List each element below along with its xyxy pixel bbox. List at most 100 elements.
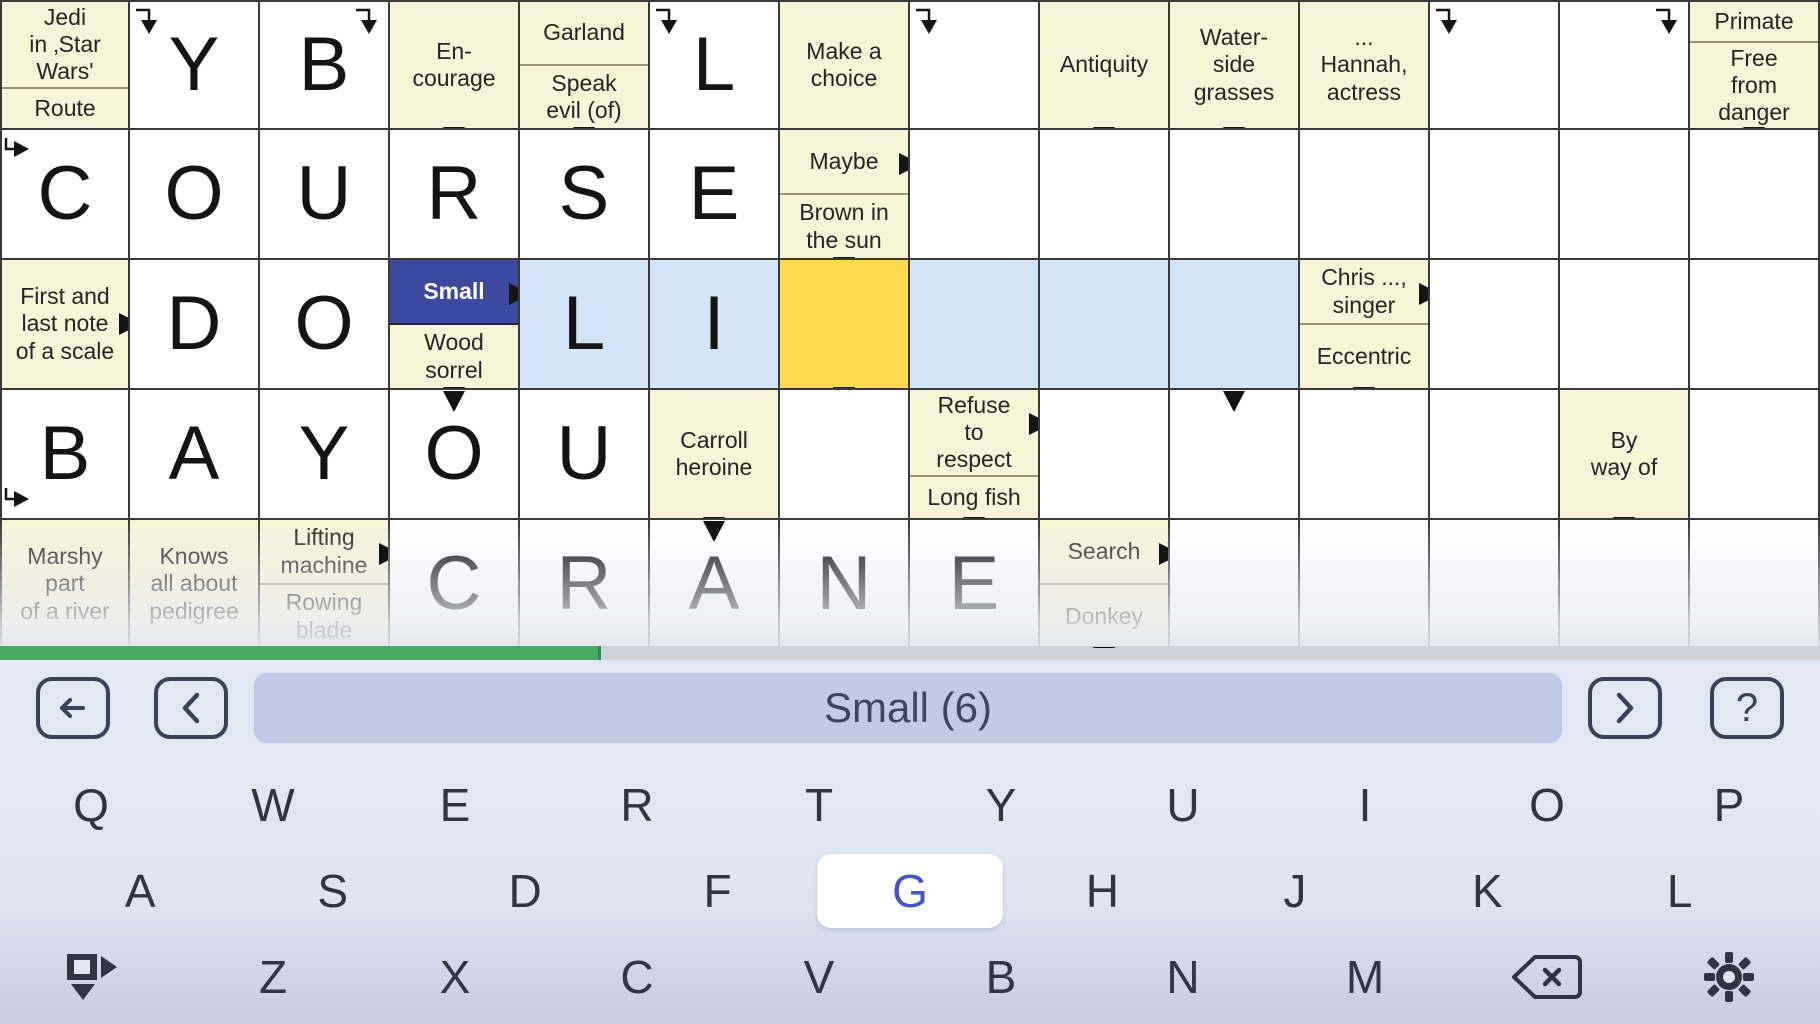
key-t[interactable]: T (731, 768, 907, 842)
key-x[interactable]: X (367, 940, 543, 1014)
clue-cell[interactable]: Chris ..., singer Eccentric (1300, 260, 1430, 390)
direction-toggle-key[interactable] (3, 940, 179, 1014)
clue-text[interactable]: By way of (1560, 390, 1688, 518)
key-n[interactable]: N (1095, 940, 1271, 1014)
key-p[interactable]: P (1641, 768, 1817, 842)
key-a[interactable]: A (47, 854, 233, 928)
letter-cell-empty[interactable] (1040, 390, 1170, 520)
clue-text[interactable]: Garland (520, 2, 648, 64)
letter-cell-empty[interactable] (1300, 390, 1430, 520)
previous-clue-button[interactable] (154, 677, 228, 739)
letter-cell-filled[interactable]: A (650, 520, 780, 650)
key-e[interactable]: E (367, 768, 543, 842)
key-s[interactable]: S (239, 854, 425, 928)
letter-cell-filled[interactable]: L (520, 260, 650, 390)
clue-text[interactable]: Primate (1690, 2, 1818, 41)
letter-cell-empty[interactable] (910, 260, 1040, 390)
clue-cell[interactable]: Antiquity (1040, 0, 1170, 130)
clue-text[interactable]: Jedi in ‚Star Wars' (2, 2, 128, 88)
letter-cell-empty[interactable] (1430, 260, 1560, 390)
clue-cell[interactable]: Small Wood sorrel (390, 260, 520, 390)
crossword-grid-container[interactable]: Jedi in ‚Star Wars' Route Y B En- courage Gar… (0, 0, 1820, 660)
letter-cell-filled[interactable]: Y (130, 0, 260, 130)
on-screen-keyboard[interactable]: QWERTYUIOP ASDFGHJKL ZXCVBNM (0, 756, 1820, 1024)
clue-cell[interactable]: Marshy part of a river (0, 520, 130, 650)
key-h[interactable]: H (1009, 854, 1195, 928)
clue-text[interactable]: Maybe (780, 130, 908, 193)
letter-cell-empty[interactable] (1690, 260, 1820, 390)
letter-cell-empty[interactable] (780, 390, 910, 520)
letter-cell-filled[interactable]: C (0, 130, 130, 260)
clue-cell[interactable]: Jedi in ‚Star Wars' Route (0, 0, 130, 130)
letter-cell-empty[interactable] (1170, 260, 1300, 390)
clue-cell[interactable]: Carroll heroine (650, 390, 780, 520)
letter-cell-empty[interactable] (910, 130, 1040, 260)
clue-cell[interactable]: ... Hannah, actress (1300, 0, 1430, 130)
letter-cell-empty[interactable] (1430, 130, 1560, 260)
clue-text[interactable]: First and last note of a scale (2, 260, 128, 388)
letter-cell-empty[interactable] (1560, 520, 1690, 650)
letter-cell-empty[interactable] (910, 0, 1040, 130)
clue-cell[interactable]: Search Donkey (1040, 520, 1170, 650)
letter-cell-filled[interactable]: U (260, 130, 390, 260)
current-clue-display[interactable]: Small (6) (254, 673, 1562, 743)
letter-cell-empty[interactable] (1170, 130, 1300, 260)
clue-text[interactable]: Marshy part of a river (2, 520, 128, 648)
clue-cell[interactable]: Water- side grasses (1170, 0, 1300, 130)
clue-text[interactable]: Brown in the sun (780, 193, 908, 258)
next-clue-button[interactable] (1588, 677, 1662, 739)
clue-cell[interactable]: First and last note of a scale (0, 260, 130, 390)
letter-cell-filled[interactable]: D (130, 260, 260, 390)
letter-cell-empty[interactable] (1430, 520, 1560, 650)
key-k[interactable]: K (1394, 854, 1580, 928)
clue-text[interactable]: Rowing blade (260, 583, 388, 648)
letter-cell-filled[interactable]: E (650, 130, 780, 260)
letter-cell-empty[interactable] (1690, 130, 1820, 260)
letter-cell-filled[interactable]: S (520, 130, 650, 260)
settings-key[interactable] (1641, 940, 1817, 1014)
clue-text[interactable]: Speak evil (of) (520, 64, 648, 128)
clue-cell[interactable]: By way of (1560, 390, 1690, 520)
letter-cell-filled[interactable]: R (390, 130, 520, 260)
clue-text[interactable]: Make a choice (780, 2, 908, 128)
letter-cell-empty[interactable] (1040, 130, 1170, 260)
letter-cell-empty[interactable] (1300, 130, 1430, 260)
letter-cell-empty[interactable] (1300, 520, 1430, 650)
key-v[interactable]: V (731, 940, 907, 1014)
key-i[interactable]: I (1277, 768, 1453, 842)
clue-text[interactable]: Knows all about pedigree (130, 520, 258, 648)
clue-cell[interactable]: En- courage (390, 0, 520, 130)
key-y[interactable]: Y (913, 768, 1089, 842)
letter-cell-filled[interactable]: Y (260, 390, 390, 520)
letter-cell-empty[interactable] (1690, 390, 1820, 520)
clue-cell[interactable]: Primate Free from danger (1690, 0, 1820, 130)
clue-cell[interactable]: Refuse to respect Long fish (910, 390, 1040, 520)
letter-cell-filled[interactable]: O (390, 390, 520, 520)
letter-cell-empty[interactable] (1430, 0, 1560, 130)
key-w[interactable]: W (185, 768, 361, 842)
clue-cell[interactable]: Knows all about pedigree (130, 520, 260, 650)
clue-text[interactable]: En- courage (390, 2, 518, 128)
letter-cell-filled[interactable]: A (130, 390, 260, 520)
letter-cell-filled[interactable]: L (650, 0, 780, 130)
clue-text[interactable]: Search (1040, 520, 1168, 583)
letter-cell-cursor[interactable] (780, 260, 910, 390)
key-j[interactable]: J (1202, 854, 1388, 928)
clue-cell[interactable]: Garland Speak evil (of) (520, 0, 650, 130)
clue-text[interactable]: Carroll heroine (650, 390, 778, 518)
clue-text[interactable]: Route (2, 87, 128, 128)
letter-cell-filled[interactable]: B (260, 0, 390, 130)
clue-text[interactable]: Eccentric (1300, 323, 1428, 388)
letter-cell-empty[interactable] (1430, 390, 1560, 520)
clue-text[interactable]: Water- side grasses (1170, 2, 1298, 128)
help-button[interactable]: ? (1710, 677, 1784, 739)
letter-cell-filled[interactable]: O (130, 130, 260, 260)
clue-cell[interactable]: Make a choice (780, 0, 910, 130)
key-m[interactable]: M (1277, 940, 1453, 1014)
letter-cell-empty[interactable] (1560, 0, 1690, 130)
clue-cell[interactable]: Lifting machine Rowing blade (260, 520, 390, 650)
key-f[interactable]: F (624, 854, 810, 928)
clue-text[interactable]: Lifting machine (260, 520, 388, 583)
letter-cell-filled[interactable]: N (780, 520, 910, 650)
key-z[interactable]: Z (185, 940, 361, 1014)
